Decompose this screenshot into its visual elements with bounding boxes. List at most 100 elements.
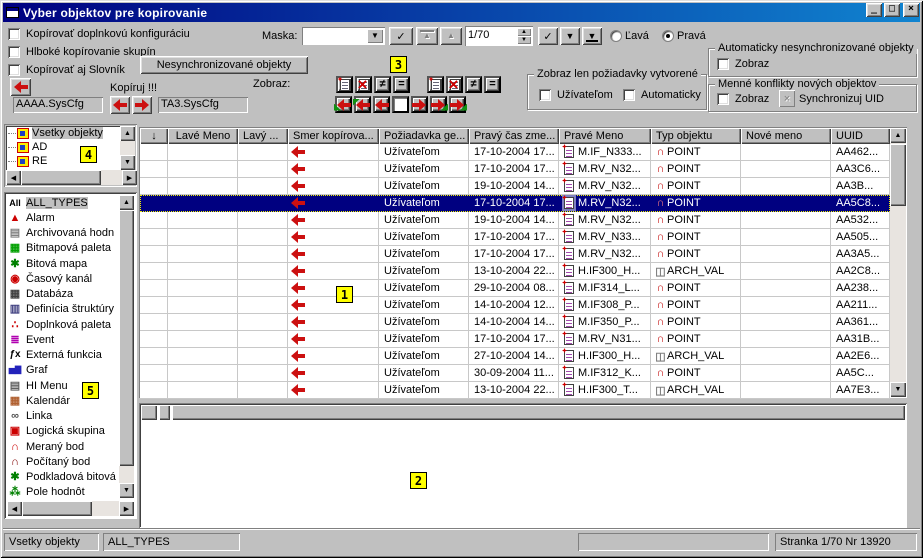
filter-right-copy-new-button[interactable] [449,96,466,113]
filter-right-button[interactable] [411,96,428,113]
target-system-field[interactable]: TA3.SysCfg [158,97,248,113]
background-bitmap-icon[interactable]: Podkladová bitová [7,470,121,485]
bitmap-palette-icon[interactable]: Bitmapová paleta [7,241,121,256]
scroll-up-icon[interactable]: ▲ [890,128,906,143]
show-equal-button-2[interactable]: = [484,76,501,93]
spin-up-icon[interactable]: ▲ [517,28,531,36]
M.IF_N333...[interactable]: Užívateľom 17-10-2004 17... M.IF_N333...… [140,144,890,161]
scroll-down-icon[interactable]: ▼ [890,382,906,397]
title-bar[interactable]: Vyber objektov pre kopirovanie [3,3,920,22]
event-icon[interactable]: Event [7,332,121,347]
prev-page-button[interactable]: ▲ [440,27,462,45]
filter-auto-checkbox[interactable] [623,89,635,101]
filter-none-button[interactable] [392,96,409,113]
column-header[interactable]: Pravé Meno [559,128,651,144]
H.IF300_H...[interactable]: Užívateľom 13-10-2004 22... H.IF300_H...… [140,263,890,280]
source-system-field[interactable]: AAAA.SysCfg [13,97,103,113]
time-channel-icon[interactable]: Časový kanál [7,271,121,286]
database-icon[interactable]: Databáza [7,287,121,302]
calendar-icon[interactable]: Kalendár [7,393,121,408]
last-page-button[interactable]: ▼ [582,27,602,45]
column-header[interactable]: Typ objektu [651,128,741,144]
tree-item[interactable]: Vsetky objekty [6,126,120,140]
tree-item[interactable]: RE [6,154,120,168]
scrollbar-thumb[interactable] [22,501,92,516]
computed-point-icon[interactable]: Počítaný bod [7,454,121,469]
copy-config-checkbox[interactable] [8,28,20,40]
filter-right-copy-button[interactable] [430,96,447,113]
M.RV_N32...[interactable]: Užívateľom 17-10-2004 17... M.RV_N32... … [140,161,890,178]
copy-left-button[interactable] [110,96,130,114]
M.IF350_P...[interactable]: Užívateľom 14-10-2004 14... M.IF350_P...… [140,314,890,331]
filter-left-button[interactable] [373,96,390,113]
detail-header-cell[interactable] [159,405,170,420]
minimize-button[interactable]: _ [866,3,882,17]
detail-header-cell[interactable] [172,405,905,420]
bitmap-icon[interactable]: Bitová mapa [7,256,121,271]
M.IF308_P...[interactable]: Užívateľom 14-10-2004 12... M.IF308_P...… [140,297,890,314]
tree-item[interactable]: AD [6,140,120,154]
right-side-radio[interactable] [662,30,674,42]
M.RV_N32...[interactable]: Užívateľom 17-10-2004 17... M.RV_N32... … [140,246,890,263]
all-types-icon[interactable]: ALL_TYPES [7,195,121,210]
M.RV_N31...[interactable]: Užívateľom 17-10-2004 17... M.RV_N31... … [140,331,890,348]
structure-definition-icon[interactable]: Definícia štruktúry [7,302,121,317]
sync-uid-button[interactable]: × [779,90,795,107]
column-header[interactable]: Požiadavka ge... [379,128,469,144]
table-vertical-scrollbar[interactable]: ▲ ▼ [890,128,906,397]
column-header[interactable]: Nové meno [741,128,831,144]
auto-nonsync-show-checkbox[interactable] [717,58,729,70]
link-icon[interactable]: Linka [7,409,121,424]
M.IF314_L...[interactable]: Užívateľom 29-10-2004 08... M.IF314_L...… [140,280,890,297]
nonsynchronized-objects-button[interactable]: Nesynchronizované objekty [140,56,308,74]
show-different-button[interactable]: ≠ [374,76,391,93]
scrollbar-thumb[interactable] [21,170,101,185]
hide-requests-button-2[interactable] [446,76,463,93]
scroll-left-icon[interactable]: ◀ [6,170,21,185]
scrollbar-thumb[interactable] [119,210,134,466]
scroll-up-icon[interactable]: ▲ [119,195,134,210]
column-header[interactable]: Lavé Meno [168,128,238,144]
scroll-down-icon[interactable]: ▼ [119,483,134,498]
archived-value-icon[interactable]: Archivovaná hodn [7,226,121,241]
filter-left-copy-new-button[interactable] [335,96,352,113]
copy-right-button[interactable] [132,96,152,114]
scroll-left-icon[interactable]: ◀ [7,501,22,516]
M.RV_N32...[interactable]: Užívateľom 19-10-2004 14... M.RV_N32... … [140,178,890,195]
M.RV_N33...[interactable]: Užívateľom 17-10-2004 17... M.RV_N33... … [140,229,890,246]
additional-palette-icon[interactable]: Doplnková paleta [7,317,121,332]
scrollbar-thumb[interactable] [890,144,906,206]
show-different-button-2[interactable]: ≠ [465,76,482,93]
tree-vertical-scrollbar[interactable]: ▲ ▼ [120,126,135,170]
type-horizontal-scrollbar[interactable]: ◀ ▶ [7,501,134,516]
mask-combobox[interactable]: ▼ [302,27,385,45]
sort-column-header[interactable]: ↓ [140,128,168,144]
tree-horizontal-scrollbar[interactable]: ◀ ▶ [6,170,137,185]
copy-dictionary-checkbox[interactable] [8,64,20,76]
mask-dropdown-icon[interactable]: ▼ [367,29,383,43]
column-header[interactable]: UUID [831,128,890,144]
filter-left-copy-button[interactable] [354,96,371,113]
show-requests-button-2[interactable] [427,76,444,93]
filter-user-checkbox[interactable] [539,89,551,101]
show-requests-button[interactable] [336,76,353,93]
M.RV_N32...[interactable]: Užívateľom 17-10-2004 17... M.RV_N32... … [140,195,890,212]
column-header[interactable]: Lavý ... [238,128,288,144]
column-header[interactable]: Smer kopírova... [288,128,379,144]
close-button[interactable]: × [903,3,919,17]
scroll-up-icon[interactable]: ▲ [120,126,135,141]
apply-mask-button[interactable]: ✓ [389,27,413,45]
H.IF300_T...[interactable]: Užívateľom 13-10-2004 22... H.IF300_T...… [140,382,890,399]
column-header[interactable]: Pravý čas zme... [469,128,559,144]
left-side-radio[interactable] [610,30,622,42]
deep-copy-checkbox[interactable] [8,46,20,58]
value-array-icon[interactable]: Pole hodnôt [7,485,121,498]
first-page-button[interactable]: ▲ [416,27,438,45]
next-page-button[interactable]: ▼ [560,27,580,45]
logical-group-icon[interactable]: Logická skupina [7,424,121,439]
alarm-icon[interactable]: Alarm [7,210,121,225]
page-spinner[interactable]: 1/70 ▲ ▼ [465,26,533,46]
measured-point-icon[interactable]: Meraný bod [7,439,121,454]
hide-requests-button[interactable] [355,76,372,93]
type-vertical-scrollbar[interactable]: ▲ ▼ [119,195,134,498]
